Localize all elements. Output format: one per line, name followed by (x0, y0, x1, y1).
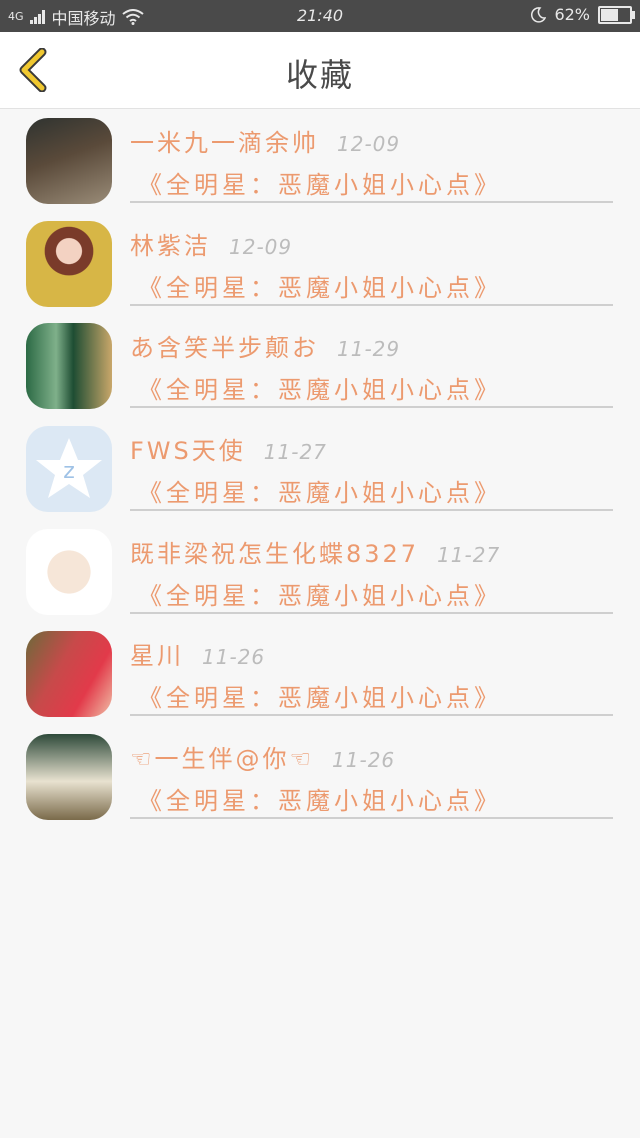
item-date: 12-09 (337, 132, 401, 156)
divider (130, 303, 613, 306)
item-header: あ含笑半步颠お 11-29 (130, 328, 400, 363)
list-item[interactable]: 一米九一滴余帅 12-09 《全明星：恶魔小姐小心点》 (0, 109, 640, 212)
item-date: 12-09 (229, 234, 293, 259)
favorites-list: 一米九一滴余帅 12-09 《全明星：恶魔小姐小心点》 林紫洁 12-09 《全明星：恶魔… (0, 109, 640, 828)
divider (130, 611, 613, 614)
list-item[interactable]: 既非梁祝怎生化蝶8327 11-27 《全明星：恶魔小姐小心点》 (0, 520, 640, 623)
status-bar: 4G 中国移动 21:40 62% (0, 0, 640, 32)
list-item[interactable]: z FWS天使 11-27 《全明星：恶魔小姐小心点》 (0, 417, 640, 520)
user-name: あ含笑半步颠お (130, 334, 319, 363)
book-title: 《全明星：恶魔小姐小心点》 (138, 684, 502, 713)
book-title: 《全明星：恶魔小姐小心点》 (138, 273, 502, 302)
battery-icon (598, 5, 635, 24)
user-name: 星川 (130, 642, 184, 671)
item-header: ☜一生伴@你☜ 11-26 (130, 739, 395, 774)
item-date: 11-26 (332, 748, 396, 773)
item-date: 11-26 (202, 645, 266, 670)
book-title: 《全明星：恶魔小姐小心点》 (138, 581, 502, 610)
avatar (26, 528, 112, 615)
item-header: 一米九一滴余帅 12-09 (130, 123, 400, 158)
divider (130, 714, 613, 717)
avatar (26, 118, 112, 204)
divider (130, 509, 613, 512)
status-right: 62% (530, 5, 635, 24)
battery-percent: 62% (554, 5, 590, 24)
user-name: 林紫洁 (130, 231, 211, 260)
battery-fill (601, 8, 619, 21)
book-title: 《全明星：恶魔小姐小心点》 (138, 171, 502, 199)
avatar (26, 323, 112, 410)
avatar (26, 631, 112, 718)
list-item[interactable]: ☜一生伴@你☜ 11-26 《全明星：恶魔小姐小心点》 (0, 725, 640, 828)
moon-icon (531, 6, 547, 23)
book-title: 《全明星：恶魔小姐小心点》 (138, 376, 502, 405)
divider (130, 406, 613, 409)
item-date: 11-27 (263, 440, 327, 465)
avatar (26, 734, 112, 821)
user-name: FWS天使 (130, 437, 246, 466)
page-title: 收藏 (285, 56, 354, 94)
item-header: 星川 11-26 (130, 636, 265, 671)
list-item[interactable]: あ含笑半步颠お 11-29 《全明星：恶魔小姐小心点》 (0, 314, 640, 417)
item-header: 林紫洁 12-09 (130, 226, 292, 261)
item-date: 11-27 (437, 542, 501, 567)
user-name: 一米九一滴余帅 (130, 129, 319, 157)
item-header: 既非梁祝怎生化蝶8327 11-27 (130, 534, 500, 569)
book-title: 《全明星：恶魔小姐小心点》 (138, 787, 502, 816)
list-item[interactable]: 星川 11-26 《全明星：恶魔小姐小心点》 (0, 622, 640, 725)
user-name: 既非梁祝怎生化蝶8327 (130, 539, 420, 568)
item-date: 11-29 (337, 337, 401, 362)
item-header: FWS天使 11-27 (130, 431, 327, 466)
svg-text:z: z (63, 459, 75, 484)
divider (130, 817, 613, 820)
user-name: ☜一生伴@你☜ (130, 745, 315, 774)
avatar: z (26, 426, 112, 513)
divider (130, 201, 613, 203)
list-item[interactable]: 林紫洁 12-09 《全明星：恶魔小姐小心点》 (0, 212, 640, 315)
book-title: 《全明星：恶魔小姐小心点》 (138, 479, 502, 508)
avatar (26, 220, 112, 307)
header: 收藏 (0, 32, 640, 109)
